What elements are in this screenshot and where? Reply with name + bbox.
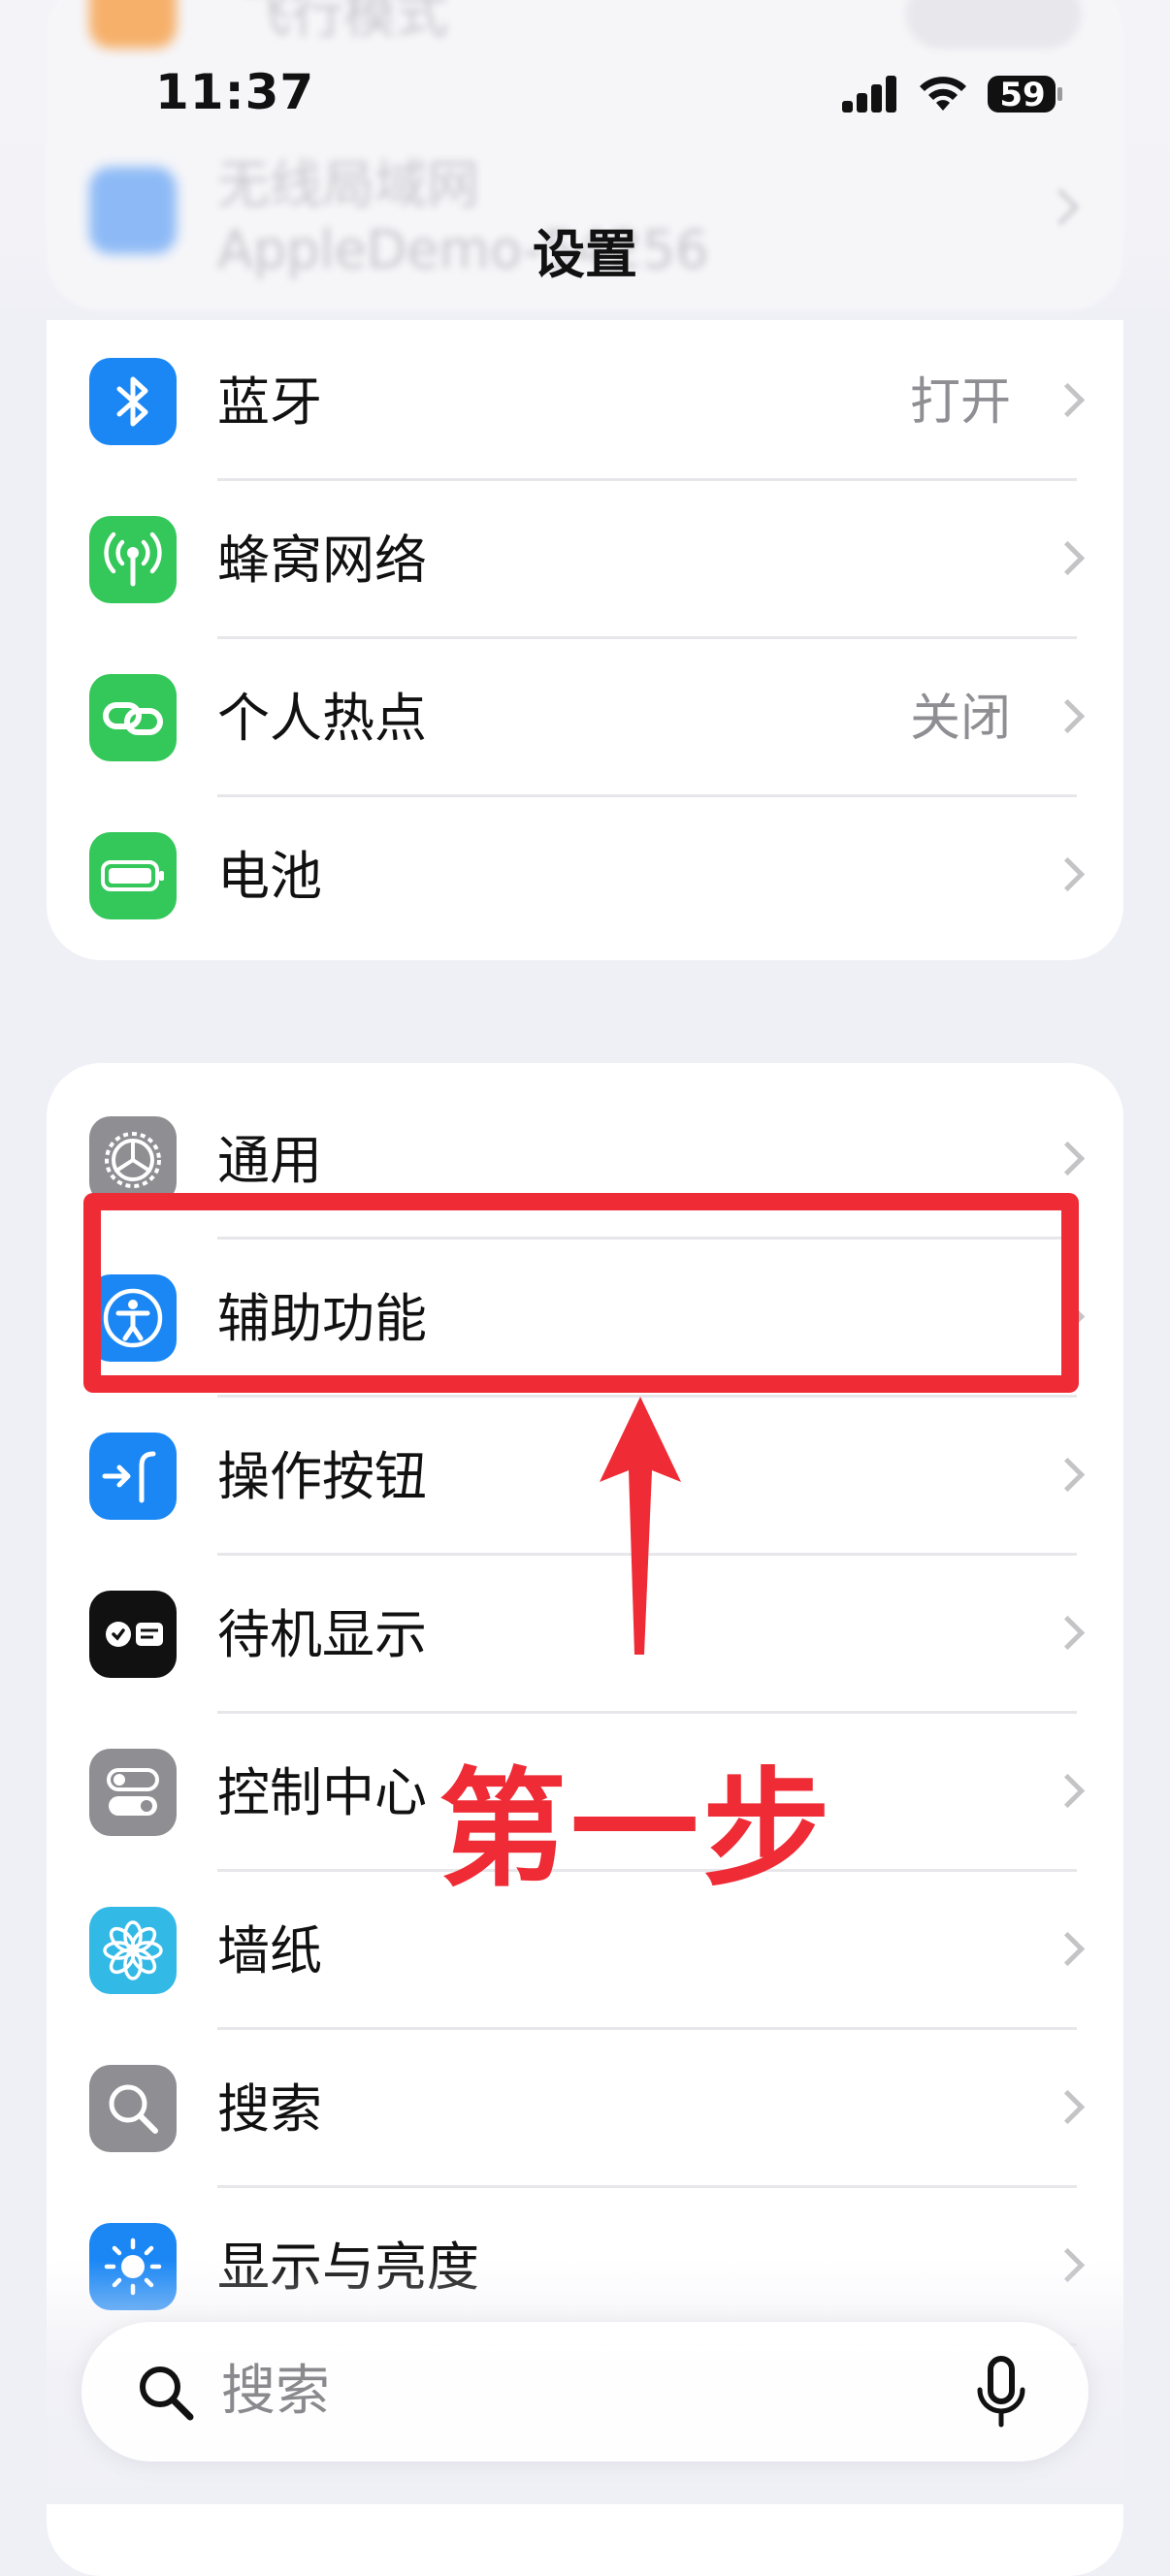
ghost-row-wifi: 无线局域网	[217, 154, 479, 215]
cellular-signal-icon	[842, 76, 896, 113]
action-button-icon	[89, 1433, 177, 1520]
wifi-icon	[920, 77, 966, 111]
settings-row-label: 墙纸	[217, 1920, 322, 1981]
settings-row-hotspot[interactable]: 个人热点 关闭	[47, 640, 1123, 797]
page-title: 设置	[533, 224, 637, 285]
chevron-right-icon	[1050, 698, 1086, 734]
chevron-right-icon	[1050, 1615, 1086, 1651]
row-divider	[217, 794, 1077, 797]
microphone-icon[interactable]	[972, 2355, 1030, 2432]
ghost-row-airplane: 飞行模式	[239, 0, 448, 45]
battery-level: 59	[999, 76, 1046, 114]
settings-row-battery[interactable]: 电池	[47, 798, 1123, 955]
control-center-icon	[89, 1749, 177, 1836]
arrow-up-icon	[600, 1397, 681, 1655]
step-annotation: 第一步	[439, 1755, 834, 1905]
row-divider	[217, 478, 1077, 481]
hotspot-icon	[89, 674, 177, 761]
settings-row-label: 蓝牙	[217, 371, 322, 433]
ghost-toggle	[906, 0, 1081, 48]
chevron-right-icon	[1050, 540, 1086, 576]
chevron-right-icon	[1050, 856, 1086, 892]
settings-row-standby[interactable]: 待机显示	[47, 1557, 1123, 1714]
chevron-right-icon	[1050, 2089, 1086, 2125]
row-divider	[217, 636, 1077, 639]
settings-row-label: 操作按钮	[217, 1446, 427, 1507]
settings-row-value: 打开	[909, 373, 1011, 432]
search-icon	[89, 2065, 177, 2152]
cellular-icon	[89, 516, 177, 603]
gear-icon	[89, 1116, 177, 1204]
settings-row-cellular[interactable]: 蜂窝网络	[47, 482, 1123, 639]
chevron-right-icon	[1050, 382, 1086, 418]
chevron-right-icon	[1050, 1931, 1086, 1967]
row-divider	[217, 2027, 1077, 2030]
search-placeholder: 搜索	[221, 2360, 330, 2423]
chevron-right-icon	[1050, 1773, 1086, 1809]
settings-group-connectivity: 蓝牙 打开 蜂窝网络 个人热点 关闭 电池	[47, 320, 1123, 960]
settings-row-label: 控制中心	[217, 1762, 427, 1823]
status-time: 11:37	[155, 64, 315, 120]
settings-row-search[interactable]: 搜索	[47, 2031, 1123, 2188]
settings-row-bluetooth[interactable]: 蓝牙 打开	[47, 324, 1123, 481]
magnifier-icon	[140, 2367, 194, 2421]
settings-row-value: 关闭	[909, 690, 1011, 748]
wallpaper-icon	[89, 1907, 177, 1994]
settings-row-label: 待机显示	[217, 1604, 427, 1665]
settings-row-label: 搜索	[217, 2078, 322, 2140]
highlight-box	[83, 1193, 1079, 1393]
row-divider	[217, 2185, 1077, 2188]
chevron-right-icon	[1050, 1457, 1086, 1493]
search-bar[interactable]: 搜索	[81, 2322, 1089, 2462]
battery-icon	[89, 832, 177, 919]
bluetooth-icon	[89, 358, 177, 445]
row-divider	[217, 1711, 1077, 1714]
settings-row-action-button[interactable]: 操作按钮	[47, 1399, 1123, 1556]
airplane-icon	[89, 0, 177, 48]
settings-row-label: 蜂窝网络	[217, 530, 427, 591]
settings-row-label: 个人热点	[217, 688, 427, 749]
standby-icon	[89, 1591, 177, 1678]
settings-row-label: 通用	[217, 1130, 322, 1191]
settings-row-label: 电池	[217, 846, 322, 907]
chevron-right-icon	[1050, 1141, 1086, 1176]
